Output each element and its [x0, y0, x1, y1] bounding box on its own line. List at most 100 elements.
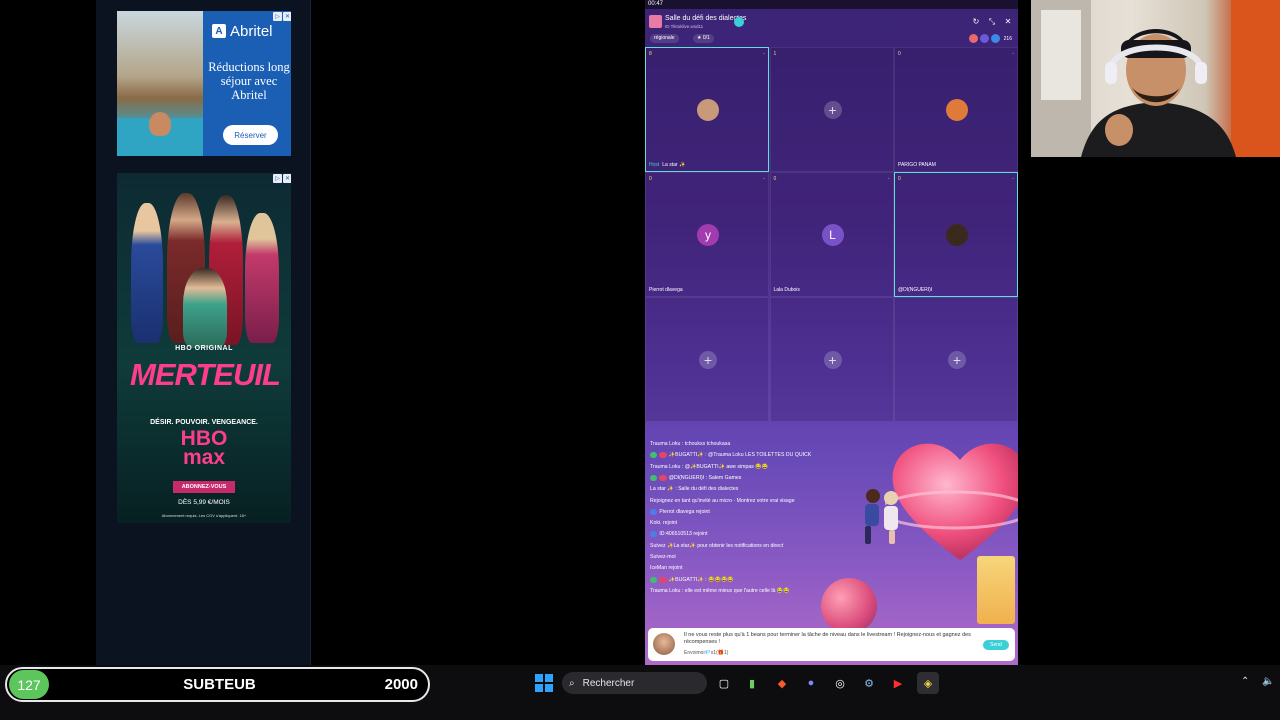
chat-message-text: La star ✨ : Salle du défi des dialectes	[650, 486, 739, 493]
mic-seat[interactable]: 0 ◦ L Lala Dubois	[769, 172, 894, 297]
chat-message-text: Trauma Loku : @✨BUGATTI✨ awe simpas 😂😂	[650, 463, 769, 470]
chat-message-text: Koki. rejoint	[650, 520, 678, 527]
chat-message-text: Rejoignez en tant qu'invité au micro - M…	[650, 497, 795, 504]
adchoices-icon[interactable]: ▷	[273, 12, 282, 21]
viewer-avatars[interactable]: 216	[968, 34, 1012, 43]
chat-message: @DI(NGUERI)I : Salem Games	[650, 474, 742, 481]
tray-chevron-icon[interactable]: ⌃	[1241, 676, 1249, 687]
chat-message: Trauma Loku : elle est même mieux que l'…	[650, 588, 790, 594]
notification-text: Il ne vous reste plus qu'à 1 beans pour …	[684, 632, 971, 645]
mic-seat[interactable]: +	[894, 297, 1018, 422]
chat-message: Trauma Loku : @✨BUGATTI✨ awe simpas 😂😂	[650, 464, 768, 470]
screen: A Abritel Réductions long séjour avec Ab…	[0, 0, 1280, 720]
level-badge	[650, 474, 658, 481]
live-room-window: 00:47 Salle du défi des dialectes ID Tik…	[645, 0, 1018, 665]
ad-close-icon[interactable]: ✕	[283, 12, 291, 21]
minimize-icon[interactable]: ⤡	[987, 17, 997, 27]
chat-message-text: Trauma Loku : tchoukss tchoukasa	[650, 441, 731, 447]
task-view-icon[interactable]: ▢	[713, 672, 735, 694]
gift-panel-thumbnail[interactable]	[977, 556, 1015, 624]
follow-badge-icon[interactable]	[734, 17, 744, 27]
chat-message-text: @DI(NGUERI)I : Salem Games	[668, 474, 742, 481]
live-app-icon[interactable]: ◈	[917, 672, 939, 694]
region-tag-label: régionale	[654, 35, 675, 41]
send-gift-button[interactable]: Send	[983, 640, 1009, 650]
chat-message: Trauma Loku : tchoukss tchoukasa	[650, 441, 730, 447]
scoreboard-overlay: 127 SUBTEUB 2000	[5, 667, 430, 702]
seat-score: 1	[773, 51, 777, 57]
chat-message-text: ✨BUGATTI✨ : 😂😂😂😂	[668, 576, 734, 583]
mic-seat[interactable]: 0 ◦ PARIGO PANAM	[894, 47, 1018, 172]
abritel-brand-text: Abritel	[230, 22, 273, 40]
mic-seat[interactable]: 1 +	[769, 47, 894, 172]
ad-character-1	[131, 203, 163, 343]
mic-seat[interactable]: 8 ◦ Host La star ✨	[645, 47, 769, 172]
webcam-overlay	[1031, 0, 1280, 157]
chat-message: Koki. rejoint	[650, 520, 677, 526]
viewer-avatar	[979, 34, 989, 43]
search-icon: ⌕	[569, 677, 575, 689]
obs-icon[interactable]: ◎	[829, 672, 851, 694]
chat-message: Suivez ✨La star✨ pour obtenir les notifi…	[650, 543, 783, 549]
brave-browser-icon[interactable]: ◆	[771, 672, 793, 694]
level-badge	[650, 452, 658, 459]
youtube-icon[interactable]: ▶	[887, 672, 909, 694]
mic-icon: ◦	[763, 176, 765, 182]
seat-name-label: @DI(NGUERI)I	[898, 287, 933, 293]
seat-avatar: L	[821, 224, 844, 246]
seat-name-label: Pierrot dlavega	[649, 287, 683, 293]
close-icon[interactable]: ✕	[1003, 17, 1013, 26]
windows-start-icon[interactable]	[535, 674, 553, 692]
seat-avatar	[697, 99, 719, 121]
merteuil-ad[interactable]: HBO ORIGINAL MERTEUIL DÉSIR. POUVOIR. VE…	[117, 173, 291, 523]
abritel-ad[interactable]: A Abritel Réductions long séjour avec Ab…	[117, 11, 291, 156]
chat-message: Suivez-moi	[650, 554, 676, 560]
level-badge	[659, 576, 667, 583]
mic-seat[interactable]: 0 ◦ @DI(NGUERI)I	[894, 172, 1018, 297]
rank-tag[interactable]: ★ 0/1	[693, 34, 714, 43]
ad-photo	[117, 11, 203, 156]
chat-feed[interactable]: Trauma Loku : tchoukss tchoukasa ✨BUGATT…	[650, 441, 890, 631]
beans-notification[interactable]: Il ne vous reste plus qu'à 1 beans pour …	[648, 628, 1015, 661]
add-seat-icon[interactable]: +	[699, 351, 717, 369]
mic-seat[interactable]: 0 ◦ y Pierrot dlavega	[645, 172, 769, 297]
viewer-count: 216	[1003, 35, 1012, 42]
ad-close-icon[interactable]: ✕	[283, 174, 291, 183]
score-value: 2000	[384, 676, 418, 693]
level-badge	[650, 576, 658, 583]
level-badge	[650, 531, 658, 538]
add-seat-icon[interactable]: +	[948, 351, 966, 369]
reserve-button[interactable]: Réserver	[223, 125, 278, 145]
max-logo-text: max	[182, 446, 226, 469]
subscribe-button[interactable]: ABONNEZ-VOUS	[173, 481, 235, 493]
add-seat-icon[interactable]: +	[823, 101, 842, 119]
discord-icon[interactable]: ●	[800, 672, 822, 694]
file-explorer-icon[interactable]: ▮	[741, 672, 763, 694]
adchoices-icon[interactable]: ▷	[273, 174, 282, 183]
share-icon[interactable]: ↻	[971, 17, 981, 26]
mic-seat[interactable]: +	[769, 297, 894, 422]
steam-icon[interactable]: ⚙	[858, 672, 880, 694]
taskbar-search[interactable]: ⌕ Rechercher	[562, 672, 707, 694]
room-id: ID Tiktoklive.wsd11	[665, 24, 704, 29]
seat-name: Host La star ✨	[649, 162, 685, 168]
notification-avatar	[653, 633, 675, 655]
seat-score: 8	[649, 51, 652, 57]
mic-seat[interactable]: +	[645, 297, 769, 422]
seat-score: 0	[898, 176, 901, 182]
abritel-logo: A Abritel	[212, 21, 284, 41]
region-tag[interactable]: régionale	[650, 34, 679, 43]
chat-message: ✨BUGATTI✨ : 😂😂😂😂	[650, 576, 734, 583]
chat-message: ✨BUGATTI✨ : @Trauma Loku LES TOILETTES D…	[650, 452, 811, 459]
seat-name: Lala Dubois	[774, 287, 800, 293]
room-header: Salle du défi des dialectes ID Tiktokliv…	[645, 12, 1018, 46]
seat-avatar	[946, 224, 968, 246]
level-badge	[650, 508, 658, 515]
chat-message-text: Suivez-moi	[650, 554, 676, 560]
add-seat-icon[interactable]: +	[823, 351, 842, 369]
volume-icon[interactable]: 🔈	[1262, 676, 1274, 687]
room-avatar[interactable]	[649, 15, 662, 28]
chat-message: Rejoignez en tant qu'invité au micro - M…	[650, 498, 795, 504]
abritel-ad-text: Réductions long séjour avec Abritel	[208, 60, 290, 102]
chat-message: Pierrot dlavega rejoint	[650, 508, 710, 515]
